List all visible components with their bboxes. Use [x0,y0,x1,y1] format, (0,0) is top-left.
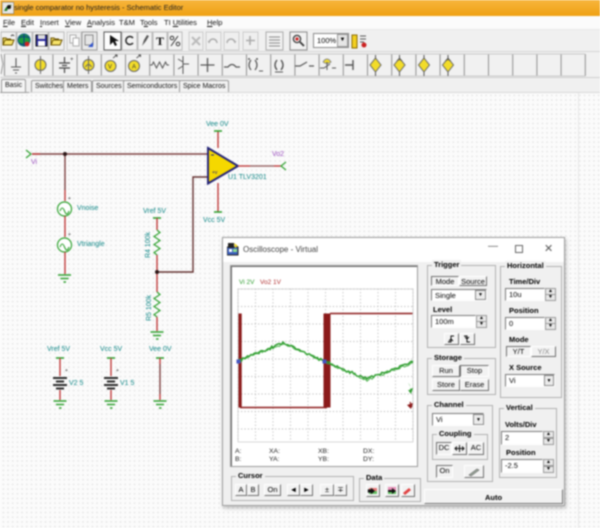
svg-text:+: + [68,232,71,238]
svg-text:DY:: DY: [363,456,374,463]
svg-text:+v: +v [212,170,218,176]
svg-text:A:: A: [235,448,242,455]
svg-text:+: + [68,196,71,202]
svg-text:R4 100k: R4 100k [145,231,152,258]
svg-text:+: + [65,368,68,374]
svg-text:+: + [116,368,119,374]
svg-text:XA:: XA: [269,448,280,455]
svg-text:YB:: YB: [318,456,329,463]
svg-text:R5 100k: R5 100k [146,294,153,321]
svg-text:DX:: DX: [363,448,374,455]
svg-text:XB:: XB: [318,448,329,455]
svg-text:Vi 2V: Vi 2V [239,279,255,286]
svg-text:B:: B: [235,456,242,463]
svg-text:YA:: YA: [269,456,280,463]
svg-text:Vo2 1V: Vo2 1V [260,279,282,286]
